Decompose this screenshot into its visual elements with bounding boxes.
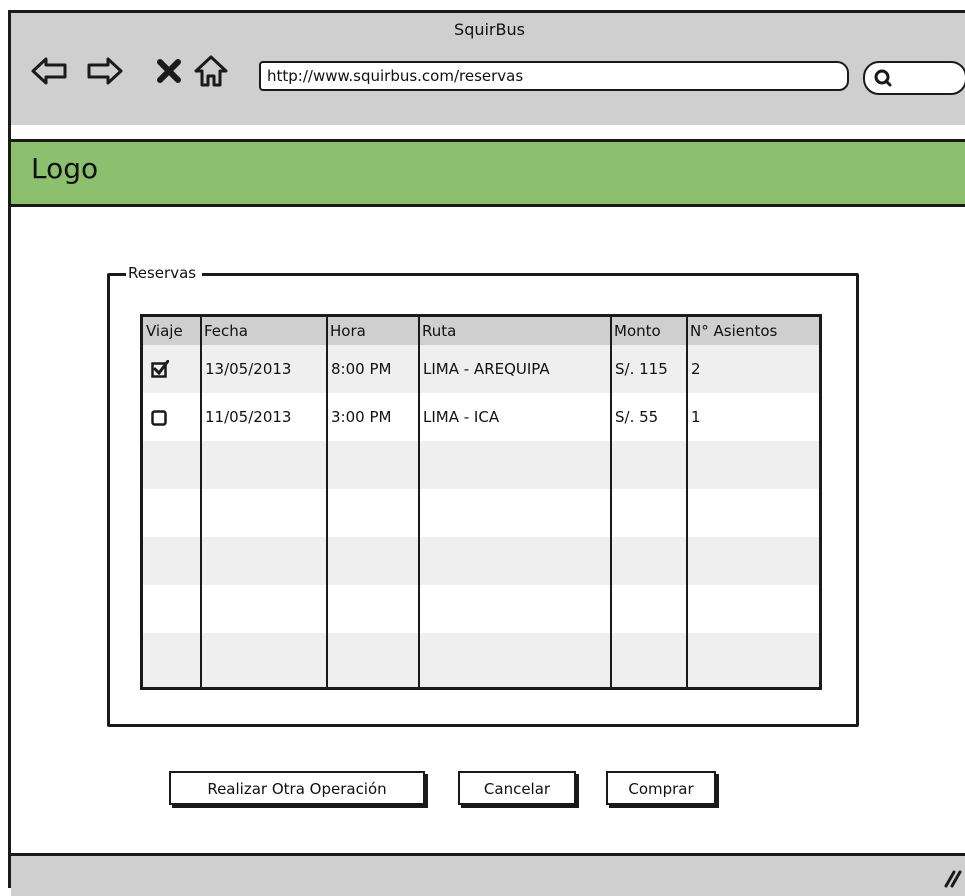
- realizar-otra-operacion-button[interactable]: Realizar Otra Operación: [169, 771, 425, 805]
- cell-hora: 8:00 PM: [331, 360, 392, 378]
- resize-handle-icon[interactable]: [940, 866, 962, 888]
- header-bar: Logo: [11, 142, 965, 207]
- checkbox-checked-icon[interactable]: [151, 359, 170, 378]
- search-icon: [873, 68, 893, 88]
- column-divider: [200, 317, 202, 687]
- comprar-button[interactable]: Comprar: [606, 771, 716, 805]
- status-bar: [11, 853, 965, 896]
- reservas-table: Viaje Fecha Hora Ruta Monto N° Asientos …: [140, 314, 822, 690]
- column-header-asientos[interactable]: N° Asientos: [687, 317, 819, 345]
- forward-arrow-icon[interactable]: [85, 53, 125, 89]
- url-input[interactable]: http://www.squirbus.com/reservas: [259, 61, 849, 91]
- close-icon[interactable]: [149, 53, 189, 89]
- reservas-legend: Reservas: [126, 264, 203, 282]
- home-icon[interactable]: [191, 53, 231, 89]
- checkbox-unchecked-icon[interactable]: [151, 408, 167, 426]
- column-divider: [686, 317, 688, 687]
- divider: [11, 125, 965, 142]
- cell-monto: S/. 55: [615, 408, 659, 426]
- table-row[interactable]: 13/05/2013 8:00 PM LIMA - AREQUIPA S/. 1…: [143, 345, 819, 393]
- cell-ruta: LIMA - AREQUIPA: [423, 360, 550, 378]
- column-divider: [418, 317, 420, 687]
- cancelar-button[interactable]: Cancelar: [458, 771, 576, 805]
- search-input[interactable]: [863, 61, 965, 95]
- cell-monto: S/. 115: [615, 360, 668, 378]
- column-header-hora[interactable]: Hora: [327, 317, 419, 345]
- column-header-fecha[interactable]: Fecha: [201, 317, 327, 345]
- cell-hora: 3:00 PM: [331, 408, 392, 426]
- column-divider: [610, 317, 612, 687]
- cell-fecha: 13/05/2013: [205, 360, 292, 378]
- reservas-fieldset: Reservas Viaje Fecha Hora Ruta Monto N° …: [107, 264, 859, 727]
- cell-ruta: LIMA - ICA: [423, 408, 500, 426]
- back-arrow-icon[interactable]: [29, 53, 69, 89]
- cell-asientos: 1: [691, 408, 701, 426]
- logo: Logo: [31, 152, 99, 185]
- table-row[interactable]: 11/05/2013 3:00 PM LIMA - ICA S/. 55 1: [143, 393, 819, 441]
- column-header-monto[interactable]: Monto: [611, 317, 687, 345]
- column-header-ruta[interactable]: Ruta: [419, 317, 611, 345]
- column-header-viaje[interactable]: Viaje: [143, 317, 201, 345]
- cell-asientos: 2: [691, 360, 701, 378]
- browser-window: SquirBus http://www.squirbus.com/reserva…: [8, 10, 965, 896]
- browser-chrome: SquirBus http://www.squirbus.com/reserva…: [11, 13, 965, 128]
- window-title: SquirBus: [454, 20, 525, 39]
- cell-fecha: 11/05/2013: [205, 408, 292, 426]
- column-divider: [326, 317, 328, 687]
